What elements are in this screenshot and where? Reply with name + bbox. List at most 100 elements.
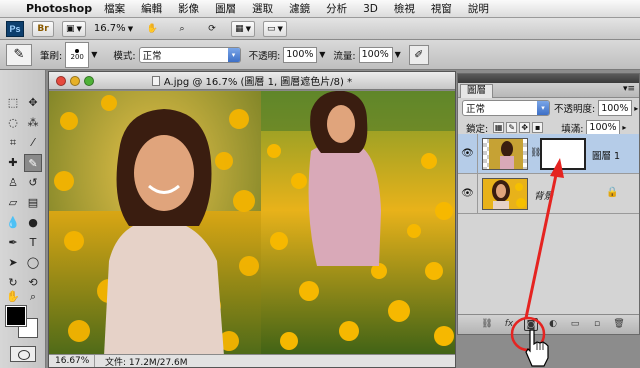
zoom-level-select[interactable]: 16.7% ▼ [94, 23, 133, 34]
close-window-button[interactable] [56, 76, 66, 86]
crop-tool-icon[interactable]: ⌗ [4, 134, 22, 152]
menu-3d[interactable]: 3D [363, 3, 378, 15]
eraser-tool-icon[interactable]: ▱ [4, 194, 22, 212]
menu-analysis[interactable]: 分析 [326, 1, 347, 16]
mode-select[interactable]: 正常 ▾ [138, 46, 241, 63]
menu-filter[interactable]: 濾鏡 [289, 1, 310, 16]
quick-mask-button[interactable] [10, 346, 36, 362]
hand-tool-button[interactable]: ✋ [141, 21, 163, 37]
chevron-down-icon: ▼ [245, 24, 251, 33]
layer-row-background[interactable]: 👁 背景 🔒 [458, 174, 639, 214]
hand-tool-icon[interactable]: ✋ [4, 288, 22, 306]
lock-icon: 🔒 [606, 187, 619, 198]
healing-brush-tool-icon[interactable]: ✚ [4, 154, 22, 172]
lock-all-icon[interactable]: ▪ [532, 122, 544, 133]
right-face [327, 105, 355, 143]
zoom-tool-button[interactable]: ⌕ [171, 21, 193, 37]
shape-tool-icon[interactable]: ◯ [24, 254, 42, 272]
chevron-down-icon[interactable]: ▼ [91, 50, 97, 59]
blend-mode-select[interactable]: 正常 ▾ [462, 100, 550, 116]
layer1-thumb-image [489, 139, 523, 169]
magnifier-icon: ⌕ [179, 23, 185, 34]
new-group-icon[interactable]: ▭ [568, 318, 582, 331]
minimize-window-button[interactable] [70, 76, 80, 86]
menu-window[interactable]: 視窗 [431, 1, 452, 16]
toolbox: ⬚ ✥ ◌ ⁂ ⌗ ⁄ ✚ ✎ ♙ ↺ ▱ ▤ 💧 ● ✒ T ➤ ◯ ↻ ⟲ … [0, 70, 46, 368]
type-tool-icon[interactable]: T [24, 234, 42, 252]
clone-stamp-tool-icon[interactable]: ♙ [4, 174, 22, 192]
menu-image[interactable]: 影像 [178, 1, 199, 16]
quick-selection-tool-icon[interactable]: ⁂ [24, 114, 42, 132]
menu-view[interactable]: 檢視 [394, 1, 415, 16]
options-bar: ✎ 筆刷: 200 ▼ 模式: 正常 ▾ 不透明: 100% ▼ 流量: 100… [0, 40, 640, 70]
layer1-thumbnail [482, 138, 528, 170]
bridge-button[interactable]: Br [32, 20, 54, 37]
airbrush-button[interactable]: ✐ [408, 44, 429, 65]
dodge-tool-icon[interactable]: ● [24, 214, 42, 232]
panel-tab-row: 圖層 ▾≡ [458, 83, 639, 98]
lock-transparent-pixels-icon[interactable]: ▦ [493, 122, 505, 133]
menu-layer[interactable]: 圖層 [215, 1, 236, 16]
history-brush-tool-icon[interactable]: ↺ [24, 174, 42, 192]
lasso-tool-icon[interactable]: ◌ [4, 114, 22, 132]
gradient-tool-icon[interactable]: ▤ [24, 194, 42, 212]
adjustment-layer-icon[interactable]: ◐ [546, 318, 560, 331]
brush-tool-icon[interactable]: ✎ [24, 154, 42, 172]
rotate-view-button[interactable]: ⟳ [201, 21, 223, 37]
lock-image-pixels-icon[interactable]: ✎ [506, 122, 518, 133]
zoom-window-button[interactable] [84, 76, 94, 86]
new-layer-icon[interactable]: ▫ [590, 318, 604, 331]
mini-bridge-button[interactable]: ▣ ▼ [62, 20, 86, 37]
opacity-input[interactable]: 100% [283, 46, 318, 63]
delete-layer-icon[interactable]: 🗑 [612, 318, 626, 331]
opacity-label: 不透明: [248, 50, 281, 62]
layer-style-icon[interactable]: fx [502, 318, 516, 331]
opacity-slider-toggle[interactable]: ▼ [319, 50, 325, 59]
image-canvas[interactable] [49, 91, 455, 356]
photoshop-logo: Ps [6, 20, 24, 37]
panel-collapse-bar[interactable] [458, 74, 639, 83]
layer-row-layer1[interactable]: 👁 ⛓ 圖層 1 [458, 134, 639, 174]
arrange-documents-button[interactable]: ▦ ▼ [231, 20, 255, 37]
visibility-eye-icon[interactable]: 👁 [458, 134, 478, 174]
screen-mode-button[interactable]: ▭ ▼ [262, 20, 287, 37]
flow-slider-toggle[interactable]: ▼ [395, 50, 401, 59]
move-tool-icon[interactable]: ✥ [24, 94, 42, 112]
layer-mask-thumbnail[interactable] [540, 138, 586, 170]
pen-tool-icon[interactable]: ✒ [4, 234, 22, 252]
blend-opacity-row: 正常 ▾ 不透明度: 100% ▸ [458, 99, 639, 117]
tab-layers[interactable]: 圖層 [460, 84, 494, 98]
link-layers-icon[interactable]: ⛓ [480, 318, 494, 331]
menu-help[interactable]: 說明 [468, 1, 489, 16]
lock-position-icon[interactable]: ✥ [519, 122, 531, 133]
menu-file[interactable]: 檔案 [104, 1, 125, 16]
menu-select[interactable]: 選取 [252, 1, 273, 16]
eyedropper-tool-icon[interactable]: ⁄ [24, 134, 42, 152]
zoom-tool-icon[interactable]: ⌕ [24, 288, 42, 306]
menu-edit[interactable]: 編輯 [141, 1, 162, 16]
document-window: A.jpg @ 16.7% (圖層 1, 圖層遮色片/8) * 16.67% 文… [48, 71, 456, 368]
layer-opacity-input[interactable]: 100% [598, 100, 633, 116]
blur-tool-icon[interactable]: 💧 [4, 214, 22, 232]
app-menu[interactable]: Photoshop [26, 2, 92, 15]
application-bar: Ps Br ▣ ▼ 16.7% ▼ ✋ ⌕ ⟳ ▦ ▼ ▭ ▼ [0, 18, 640, 40]
brush-preset-picker[interactable]: 200 [65, 41, 90, 68]
fill-label: 填滿: [561, 123, 584, 135]
document-title-bar[interactable]: A.jpg @ 16.7% (圖層 1, 圖層遮色片/8) * [49, 72, 455, 90]
flow-input[interactable]: 100% [358, 46, 393, 63]
add-layer-mask-button[interactable]: ◙ [524, 318, 538, 331]
marquee-tool-icon[interactable]: ⬚ [4, 94, 22, 112]
panel-menu-icon[interactable]: ▾≡ [623, 84, 635, 94]
brush-size-value: 200 [70, 52, 84, 61]
fill-slider-toggle[interactable]: ▸ [622, 123, 626, 132]
layer-opacity-slider-toggle[interactable]: ▸ [634, 104, 638, 113]
foreground-color-swatch[interactable] [5, 305, 27, 327]
document-title: A.jpg @ 16.7% (圖層 1, 圖層遮色片/8) * [163, 77, 353, 88]
zoom-level-value: 16.7% [93, 23, 126, 34]
visibility-eye-icon[interactable]: 👁 [458, 174, 478, 214]
path-selection-tool-icon[interactable]: ➤ [4, 254, 22, 272]
left-face [134, 135, 194, 211]
lock-label: 鎖定: [466, 123, 489, 135]
status-zoom-value[interactable]: 16.67% [49, 355, 95, 367]
tool-preset-picker[interactable]: ✎ [6, 43, 32, 66]
